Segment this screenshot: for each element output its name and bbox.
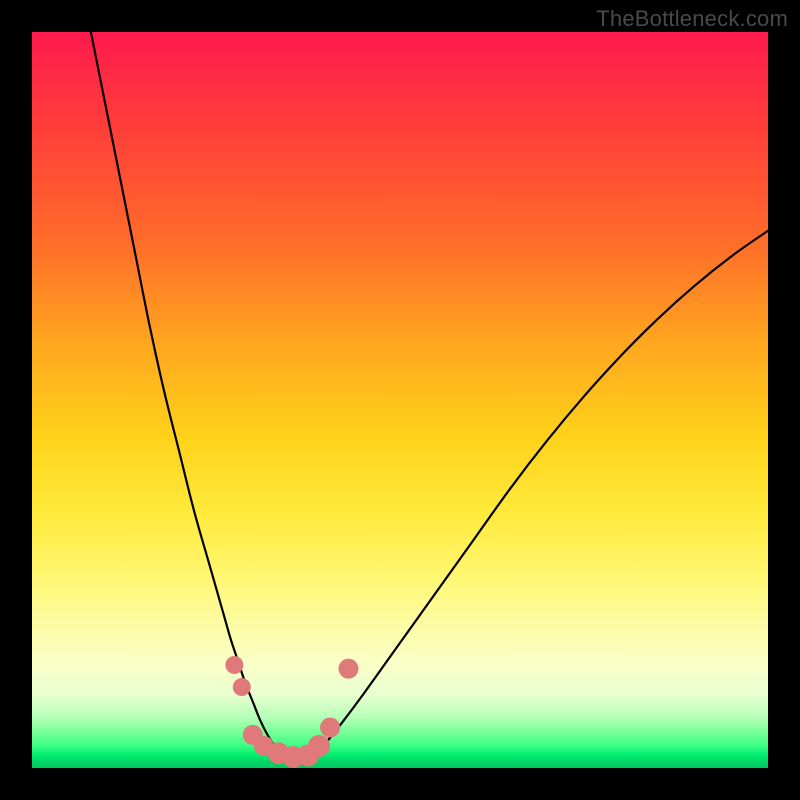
plot-area (32, 32, 768, 768)
marker-point (338, 659, 358, 679)
curve-left-curve (91, 32, 297, 761)
marker-point (308, 735, 330, 757)
chart-frame: TheBottleneck.com (0, 0, 800, 800)
marker-point (225, 656, 243, 674)
marker-point (233, 678, 251, 696)
curve-right-curve (297, 231, 768, 761)
marker-point (320, 718, 340, 738)
curve-layer (32, 32, 768, 768)
watermark-text: TheBottleneck.com (596, 6, 788, 32)
